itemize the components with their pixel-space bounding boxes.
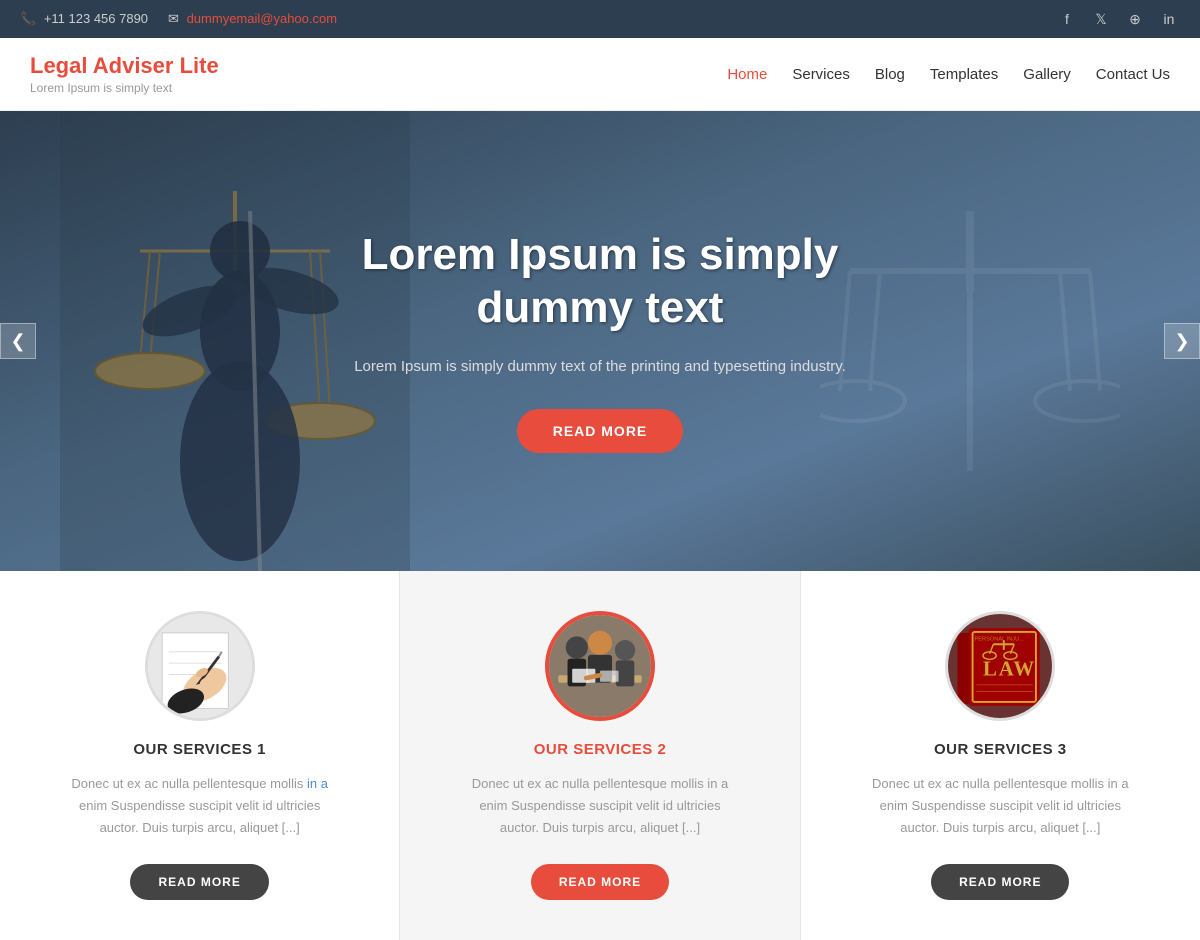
service-1-button[interactable]: READ MORE: [130, 864, 268, 900]
logo: Legal Adviser Lite Lorem Ipsum is simply…: [30, 53, 219, 95]
top-bar-contact: 📞 +11 123 456 7890 ✉ dummyemail@yahoo.co…: [20, 11, 337, 27]
prev-arrow-icon: ❮: [10, 331, 25, 352]
logo-title: Legal Adviser Lite: [30, 53, 219, 79]
service-3-desc: Donec ut ex ac nulla pellentesque mollis…: [831, 773, 1170, 839]
services-section: OUR SERVICES 1 Donec ut ex ac nulla pell…: [0, 571, 1200, 940]
hero-content: Lorem Ipsum is simplydummy text Lorem Ip…: [334, 229, 866, 453]
service-card-1: OUR SERVICES 1 Donec ut ex ac nulla pell…: [0, 571, 400, 940]
hero-next-button[interactable]: ❯: [1164, 323, 1200, 359]
phone-number: +11 123 456 7890: [44, 11, 148, 26]
logo-main: Legal Adviser: [30, 53, 173, 78]
nav-blog[interactable]: Blog: [875, 61, 905, 88]
twitter-icon[interactable]: 𝕏: [1090, 8, 1112, 30]
service-1-desc: Donec ut ex ac nulla pellentesque mollis…: [30, 773, 369, 839]
site-header: Legal Adviser Lite Lorem Ipsum is simply…: [0, 38, 1200, 111]
nav-services[interactable]: Services: [792, 61, 850, 88]
service-3-image: LAW PERSONAL INJU...: [948, 614, 1052, 718]
google-plus-icon[interactable]: ⊕: [1124, 8, 1146, 30]
service-2-image: [549, 615, 651, 717]
hero-prev-button[interactable]: ❮: [0, 323, 36, 359]
svg-text:LAW: LAW: [983, 657, 1036, 680]
logo-tagline: Lorem Ipsum is simply text: [30, 81, 219, 95]
service-1-link[interactable]: in a: [307, 776, 328, 791]
service-card-2: OUR SERVICES 2 Donec ut ex ac nulla pell…: [400, 571, 800, 940]
phone-icon: 📞: [20, 11, 36, 26]
service-2-image-wrap: [545, 611, 655, 721]
service-2-desc: Donec ut ex ac nulla pellentesque mollis…: [430, 773, 769, 839]
hero-subtitle: Lorem Ipsum is simply dummy text of the …: [354, 355, 846, 379]
service-3-button[interactable]: READ MORE: [931, 864, 1069, 900]
email-link[interactable]: dummyemail@yahoo.com: [187, 11, 337, 26]
mail-icon: ✉: [168, 11, 179, 26]
service-2-button[interactable]: READ MORE: [531, 864, 669, 900]
hero-title: Lorem Ipsum is simplydummy text: [354, 229, 846, 335]
hero-read-more-button[interactable]: READ MORE: [517, 409, 684, 453]
svg-text:PERSONAL INJU...: PERSONAL INJU...: [975, 636, 1025, 642]
logo-accent: Lite: [180, 53, 219, 78]
nav-templates[interactable]: Templates: [930, 61, 998, 88]
service-card-3: LAW PERSONAL INJU... OUR SERVICES 3 Done…: [801, 571, 1200, 940]
main-nav: Home Services Blog Templates Gallery Con…: [727, 61, 1170, 88]
nav-contact[interactable]: Contact Us: [1096, 61, 1170, 88]
service-1-title: OUR SERVICES 1: [30, 741, 369, 758]
social-links: f 𝕏 ⊕ in: [1056, 8, 1180, 30]
hero-section: ❮ Lorem Ipsum is simplydummy text Lorem …: [0, 111, 1200, 571]
phone-info: 📞 +11 123 456 7890: [20, 11, 148, 27]
nav-gallery[interactable]: Gallery: [1023, 61, 1071, 88]
facebook-icon[interactable]: f: [1056, 8, 1078, 30]
next-arrow-icon: ❯: [1174, 331, 1189, 352]
service-3-title: OUR SERVICES 3: [831, 741, 1170, 758]
service-1-image: [148, 614, 252, 718]
service-2-title: OUR SERVICES 2: [430, 741, 769, 758]
service-1-image-wrap: [145, 611, 255, 721]
top-bar: 📞 +11 123 456 7890 ✉ dummyemail@yahoo.co…: [0, 0, 1200, 38]
email-info: ✉ dummyemail@yahoo.com: [168, 11, 337, 27]
linkedin-icon[interactable]: in: [1158, 8, 1180, 30]
service-3-image-wrap: LAW PERSONAL INJU...: [945, 611, 1055, 721]
nav-home[interactable]: Home: [727, 61, 767, 88]
